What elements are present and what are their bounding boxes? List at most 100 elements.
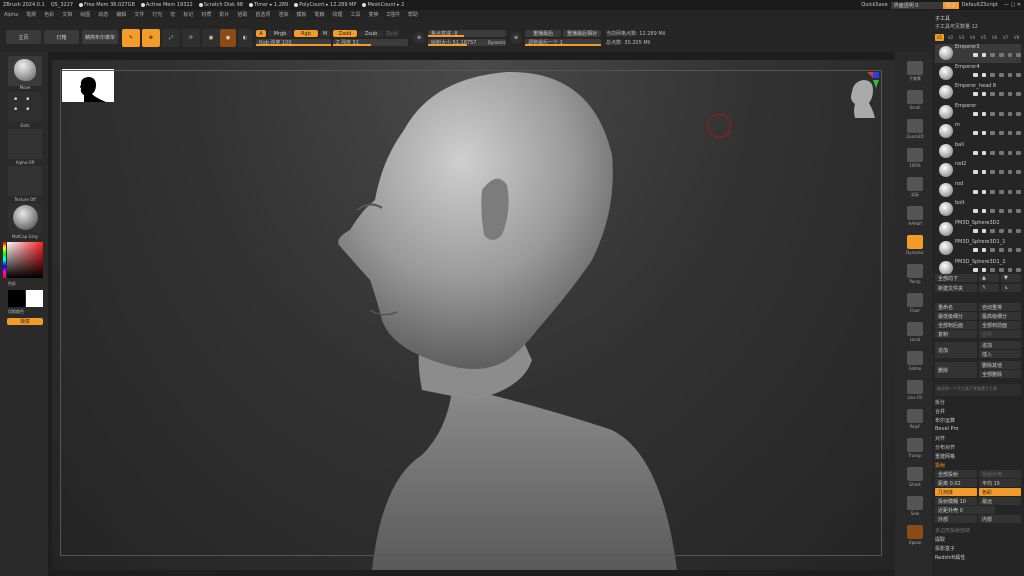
menu-item[interactable]: 影片 — [215, 11, 233, 18]
toggle-icon[interactable] — [990, 170, 996, 174]
auto-reorder-button[interactable]: 自动重排 — [979, 303, 1021, 311]
transparency-slider[interactable]: 界面透明 0 — [890, 1, 943, 9]
quick-menu-button[interactable]: 精简布尔菜单 — [82, 30, 118, 44]
toggle-icon[interactable] — [999, 248, 1004, 252]
m-button[interactable]: M — [320, 30, 330, 37]
subtool-toggles[interactable] — [973, 228, 1022, 234]
all-low-subdiv-button[interactable]: 最低级细分 — [935, 312, 977, 320]
texture-selector[interactable] — [8, 166, 42, 196]
menu-item[interactable]: 纹理 — [328, 11, 346, 18]
replay-link-button[interactable]: ⊕ — [510, 32, 522, 44]
all-low-button[interactable]: 全部向下 — [935, 274, 977, 282]
menu-item[interactable]: 拾取 — [233, 11, 251, 18]
canvas-viewport[interactable] — [52, 60, 895, 570]
toggle-icon[interactable] — [999, 92, 1004, 96]
quicksave-button[interactable]: QuickSave — [858, 2, 890, 8]
menu-item[interactable]: 笔触 — [310, 11, 328, 18]
main-color-swatch[interactable] — [26, 290, 43, 307]
subtool-item[interactable]: Emperor_head 8 — [935, 83, 1022, 102]
menu-item[interactable]: 灯光 — [148, 11, 166, 18]
toggle-icon[interactable] — [1007, 209, 1013, 213]
redshift-section[interactable]: Redshift属性 — [935, 553, 1021, 561]
toggle-icon[interactable] — [990, 228, 996, 233]
toggle-icon[interactable] — [1016, 131, 1022, 135]
menu-item[interactable]: 帮助 — [404, 11, 422, 18]
focal-shift-slider[interactable]: 焦点衰减 -8 — [428, 30, 506, 37]
delete-all-button[interactable]: 全部删除 — [979, 370, 1021, 378]
shelf-button-14[interactable]: Ghost — [898, 462, 932, 492]
visibility-set-button[interactable]: V6 — [990, 34, 999, 41]
distribute-section[interactable]: 分布对齐 — [935, 443, 1021, 451]
append-button[interactable]: 追加 — [935, 342, 977, 358]
subtool-item[interactable]: Emperor3 — [935, 44, 1022, 63]
menu-button[interactable]: 菜单 — [942, 1, 959, 9]
brush-selector[interactable] — [8, 56, 42, 86]
subtool-toggles[interactable] — [973, 53, 1022, 58]
toggle-icon[interactable] — [1016, 53, 1022, 57]
outer-button[interactable]: 外部 — [935, 515, 977, 523]
visibility-set-button[interactable]: V4 — [968, 34, 977, 41]
menu-item[interactable]: 模板 — [292, 11, 310, 18]
color-picker-square[interactable] — [7, 242, 43, 278]
subtool-toggles[interactable] — [973, 92, 1022, 97]
visibility-set-button[interactable]: V1 — [935, 34, 944, 41]
toggle-icon[interactable] — [1007, 170, 1013, 174]
shelf-button-15[interactable]: Solo — [898, 491, 932, 521]
shelf-button-8[interactable]: Floor — [898, 288, 932, 318]
visibility-set-button[interactable]: V2 — [946, 34, 955, 41]
split-section[interactable]: 拆分 — [935, 398, 1021, 406]
subtool-toggles[interactable] — [973, 131, 1022, 136]
mean-slider[interactable]: 平均 15 — [979, 479, 1021, 487]
orientation-gizmo[interactable] — [845, 70, 879, 120]
menu-item[interactable]: 工具 — [347, 11, 365, 18]
rgb-button[interactable]: Rgb — [294, 30, 318, 37]
subtool-item[interactable]: rod — [935, 181, 1022, 200]
replay-last-relative-button[interactable]: 重播最后相对 — [563, 30, 601, 37]
shelf-button-0[interactable]: 子像素 — [898, 56, 932, 86]
distance-slider[interactable]: 距离 0.02 — [935, 479, 977, 487]
z-intensity-slider[interactable]: Z 强度 51 — [333, 39, 408, 46]
arrow-up-button[interactable]: ▲ — [979, 274, 999, 282]
toggle-icon[interactable] — [1016, 228, 1022, 233]
rename-button[interactable]: 重命名 — [935, 303, 977, 311]
visibility-eye-icon[interactable] — [973, 170, 978, 174]
merge-section[interactable]: 合并 — [935, 407, 1021, 415]
subtool-item[interactable]: Emperor4 — [935, 64, 1022, 83]
inner-button[interactable]: 内部 — [979, 515, 1021, 523]
shell-distance-slider[interactable]: 近距外壳 0 — [935, 506, 995, 514]
toggle-icon[interactable] — [999, 131, 1004, 135]
toggle-icon[interactable] — [1016, 267, 1022, 272]
zsub-button[interactable]: Zsub — [359, 30, 383, 37]
toggle-icon[interactable] — [990, 72, 996, 77]
visibility-eye-icon[interactable] — [973, 248, 978, 252]
visibility-set-button[interactable]: V7 — [1001, 34, 1010, 41]
append2-button[interactable]: 追加 — [979, 341, 1021, 349]
shelf-button-1[interactable]: Scroll — [898, 85, 932, 115]
window-controls[interactable]: — ▢ ✕ — [1001, 2, 1024, 8]
toggle-icon[interactable] — [990, 131, 996, 135]
toggle-icon[interactable] — [981, 131, 987, 135]
toggle-icon[interactable] — [990, 209, 996, 213]
toggle-icon[interactable] — [999, 189, 1004, 194]
toggle-icon[interactable] — [990, 111, 996, 116]
bevel-pro-section[interactable]: Bevel Pro — [935, 425, 1021, 433]
replay-last-button[interactable]: 重播最后 — [525, 30, 561, 37]
shelf-button-13[interactable]: Transp — [898, 433, 932, 463]
shelf-button-10[interactable]: Gizmo — [898, 346, 932, 376]
visibility-set-button[interactable]: V5 — [979, 34, 988, 41]
shadow-box-section[interactable]: 投影盒子 — [935, 544, 1021, 552]
secondary-color-swatch[interactable] — [8, 290, 25, 307]
menu-item[interactable]: 笔刷 — [22, 11, 40, 18]
visibility-eye-icon[interactable] — [973, 92, 978, 96]
toggle-icon[interactable] — [999, 53, 1004, 57]
toggle-icon[interactable] — [1016, 92, 1022, 96]
toggle-icon[interactable] — [999, 72, 1004, 77]
alpha-selector[interactable] — [8, 129, 42, 159]
toggle-icon[interactable] — [1007, 131, 1013, 135]
rotate-button[interactable]: ⟳ — [182, 29, 200, 47]
all-to-top-button[interactable]: 全部到后面 — [935, 321, 977, 329]
toggle-icon[interactable] — [981, 228, 987, 233]
subtool-item[interactable]: Emperor — [935, 103, 1022, 122]
visibility-eye-icon[interactable] — [973, 53, 978, 57]
visibility-eye-icon[interactable] — [973, 228, 978, 233]
